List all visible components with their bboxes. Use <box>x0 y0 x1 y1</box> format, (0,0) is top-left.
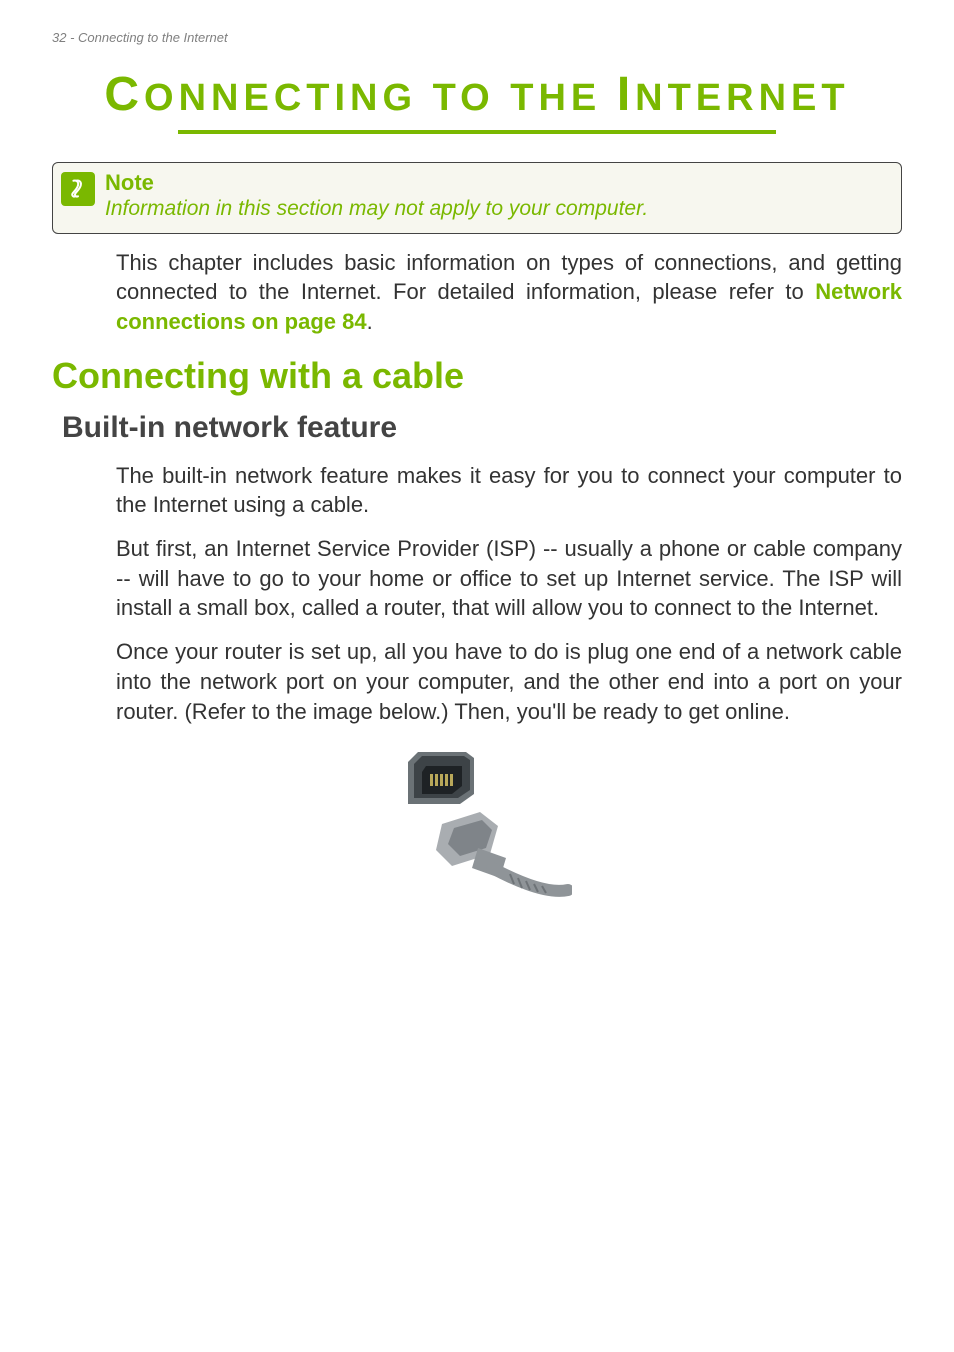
note-icon <box>61 172 95 206</box>
section-heading: Connecting with a cable <box>52 355 902 397</box>
title-word2: TO <box>417 77 495 119</box>
intro-text-b: . <box>367 309 373 334</box>
body-paragraph-2: But first, an Internet Service Provider … <box>52 534 902 623</box>
intro-text-a: This chapter includes basic information … <box>116 250 902 305</box>
body-paragraph-3: Once your router is set up, all you have… <box>52 637 902 726</box>
note-callout: Note Information in this section may not… <box>52 162 902 234</box>
title-char-i: I <box>617 68 635 121</box>
page-title: CONNECTING TO THE INTERNET <box>52 67 902 122</box>
note-body: Information in this section may not appl… <box>105 196 889 222</box>
intro-paragraph: This chapter includes basic information … <box>52 248 902 337</box>
body-paragraph-1: The built-in network feature makes it ea… <box>52 461 902 520</box>
title-underline <box>178 130 776 134</box>
subsection-heading: Built-in network feature <box>52 411 902 445</box>
ethernet-cable-icon <box>436 812 568 893</box>
page-header: 32 - Connecting to the Internet <box>52 30 902 45</box>
title-word3: THE <box>495 77 617 119</box>
title-word4: NTERNET <box>635 77 849 119</box>
title-word1: ONNECTING <box>144 77 417 119</box>
ethernet-port-icon <box>408 752 474 804</box>
ethernet-figure <box>52 744 902 954</box>
note-title: Note <box>105 170 889 196</box>
title-char-c: C <box>104 68 144 121</box>
